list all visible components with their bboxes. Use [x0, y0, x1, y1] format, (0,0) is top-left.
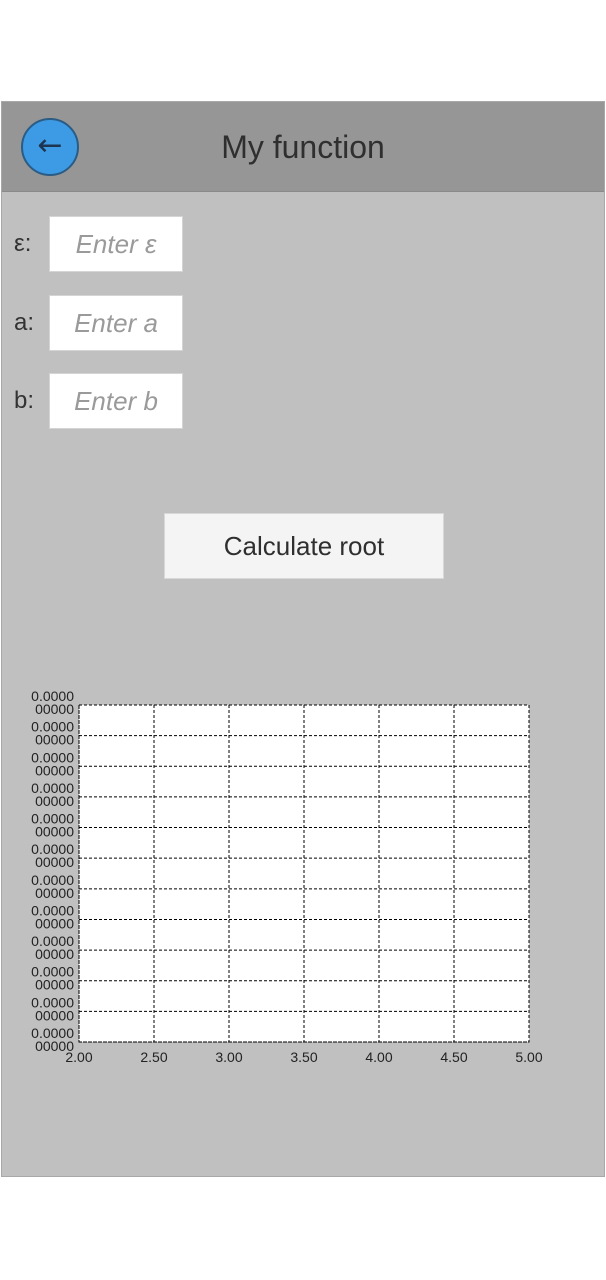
b-row: b:: [2, 373, 302, 429]
y-tick-label: 0.0000 00000: [31, 749, 74, 778]
x-tick-label: 3.50: [290, 1049, 317, 1065]
y-tick-label: 0.0000 00000: [31, 1025, 74, 1054]
y-tick-label: 0.0000 00000: [31, 811, 74, 840]
y-tick-label: 0.0000 00000: [31, 719, 74, 748]
x-tick-label: 5.00: [515, 1049, 542, 1065]
x-tick-label: 3.00: [215, 1049, 242, 1065]
page-title: My function: [221, 129, 385, 165]
a-label: a:: [14, 309, 35, 336]
b-label: b:: [14, 387, 35, 414]
calculate-root-button[interactable]: Calculate root: [164, 513, 444, 579]
b-input[interactable]: [49, 373, 183, 429]
function-chart: 2.00 2.50 3.00 3.50 4.00 4.50 5.00 0.0000 00000…: [2, 682, 606, 1082]
epsilon-row: ε:: [2, 216, 302, 272]
y-tick-label: 0.0000 00000: [31, 872, 74, 901]
y-tick-label: 0.0000 00000: [31, 933, 74, 962]
y-tick-label: 0.0000 00000: [31, 841, 74, 870]
a-row: a:: [2, 295, 302, 351]
y-tick-label: 0.0000 00000: [31, 688, 74, 717]
back-button[interactable]: ←: [21, 118, 79, 176]
y-tick-label: 0.0000 00000: [31, 780, 74, 809]
y-tick-label: 0.0000 00000: [31, 964, 74, 993]
y-tick-label: 0.0000 00000: [31, 994, 74, 1023]
epsilon-label: ε:: [14, 230, 32, 257]
app-window: ← My function ε: a: b: Calculate root 2.…: [1, 101, 605, 1177]
epsilon-input[interactable]: [49, 216, 183, 272]
chart-svg: 2.00 2.50 3.00 3.50 4.00 4.50 5.00 0.0000 00000…: [31, 688, 543, 1065]
x-tick-label: 2.50: [140, 1049, 167, 1065]
x-tick-label: 4.00: [365, 1049, 392, 1065]
y-tick-label: 0.0000 00000: [31, 902, 74, 931]
x-tick-label: 4.50: [440, 1049, 467, 1065]
a-input[interactable]: [49, 295, 183, 351]
header-bar: ← My function: [2, 102, 604, 192]
arrow-left-icon: ←: [37, 128, 63, 163]
